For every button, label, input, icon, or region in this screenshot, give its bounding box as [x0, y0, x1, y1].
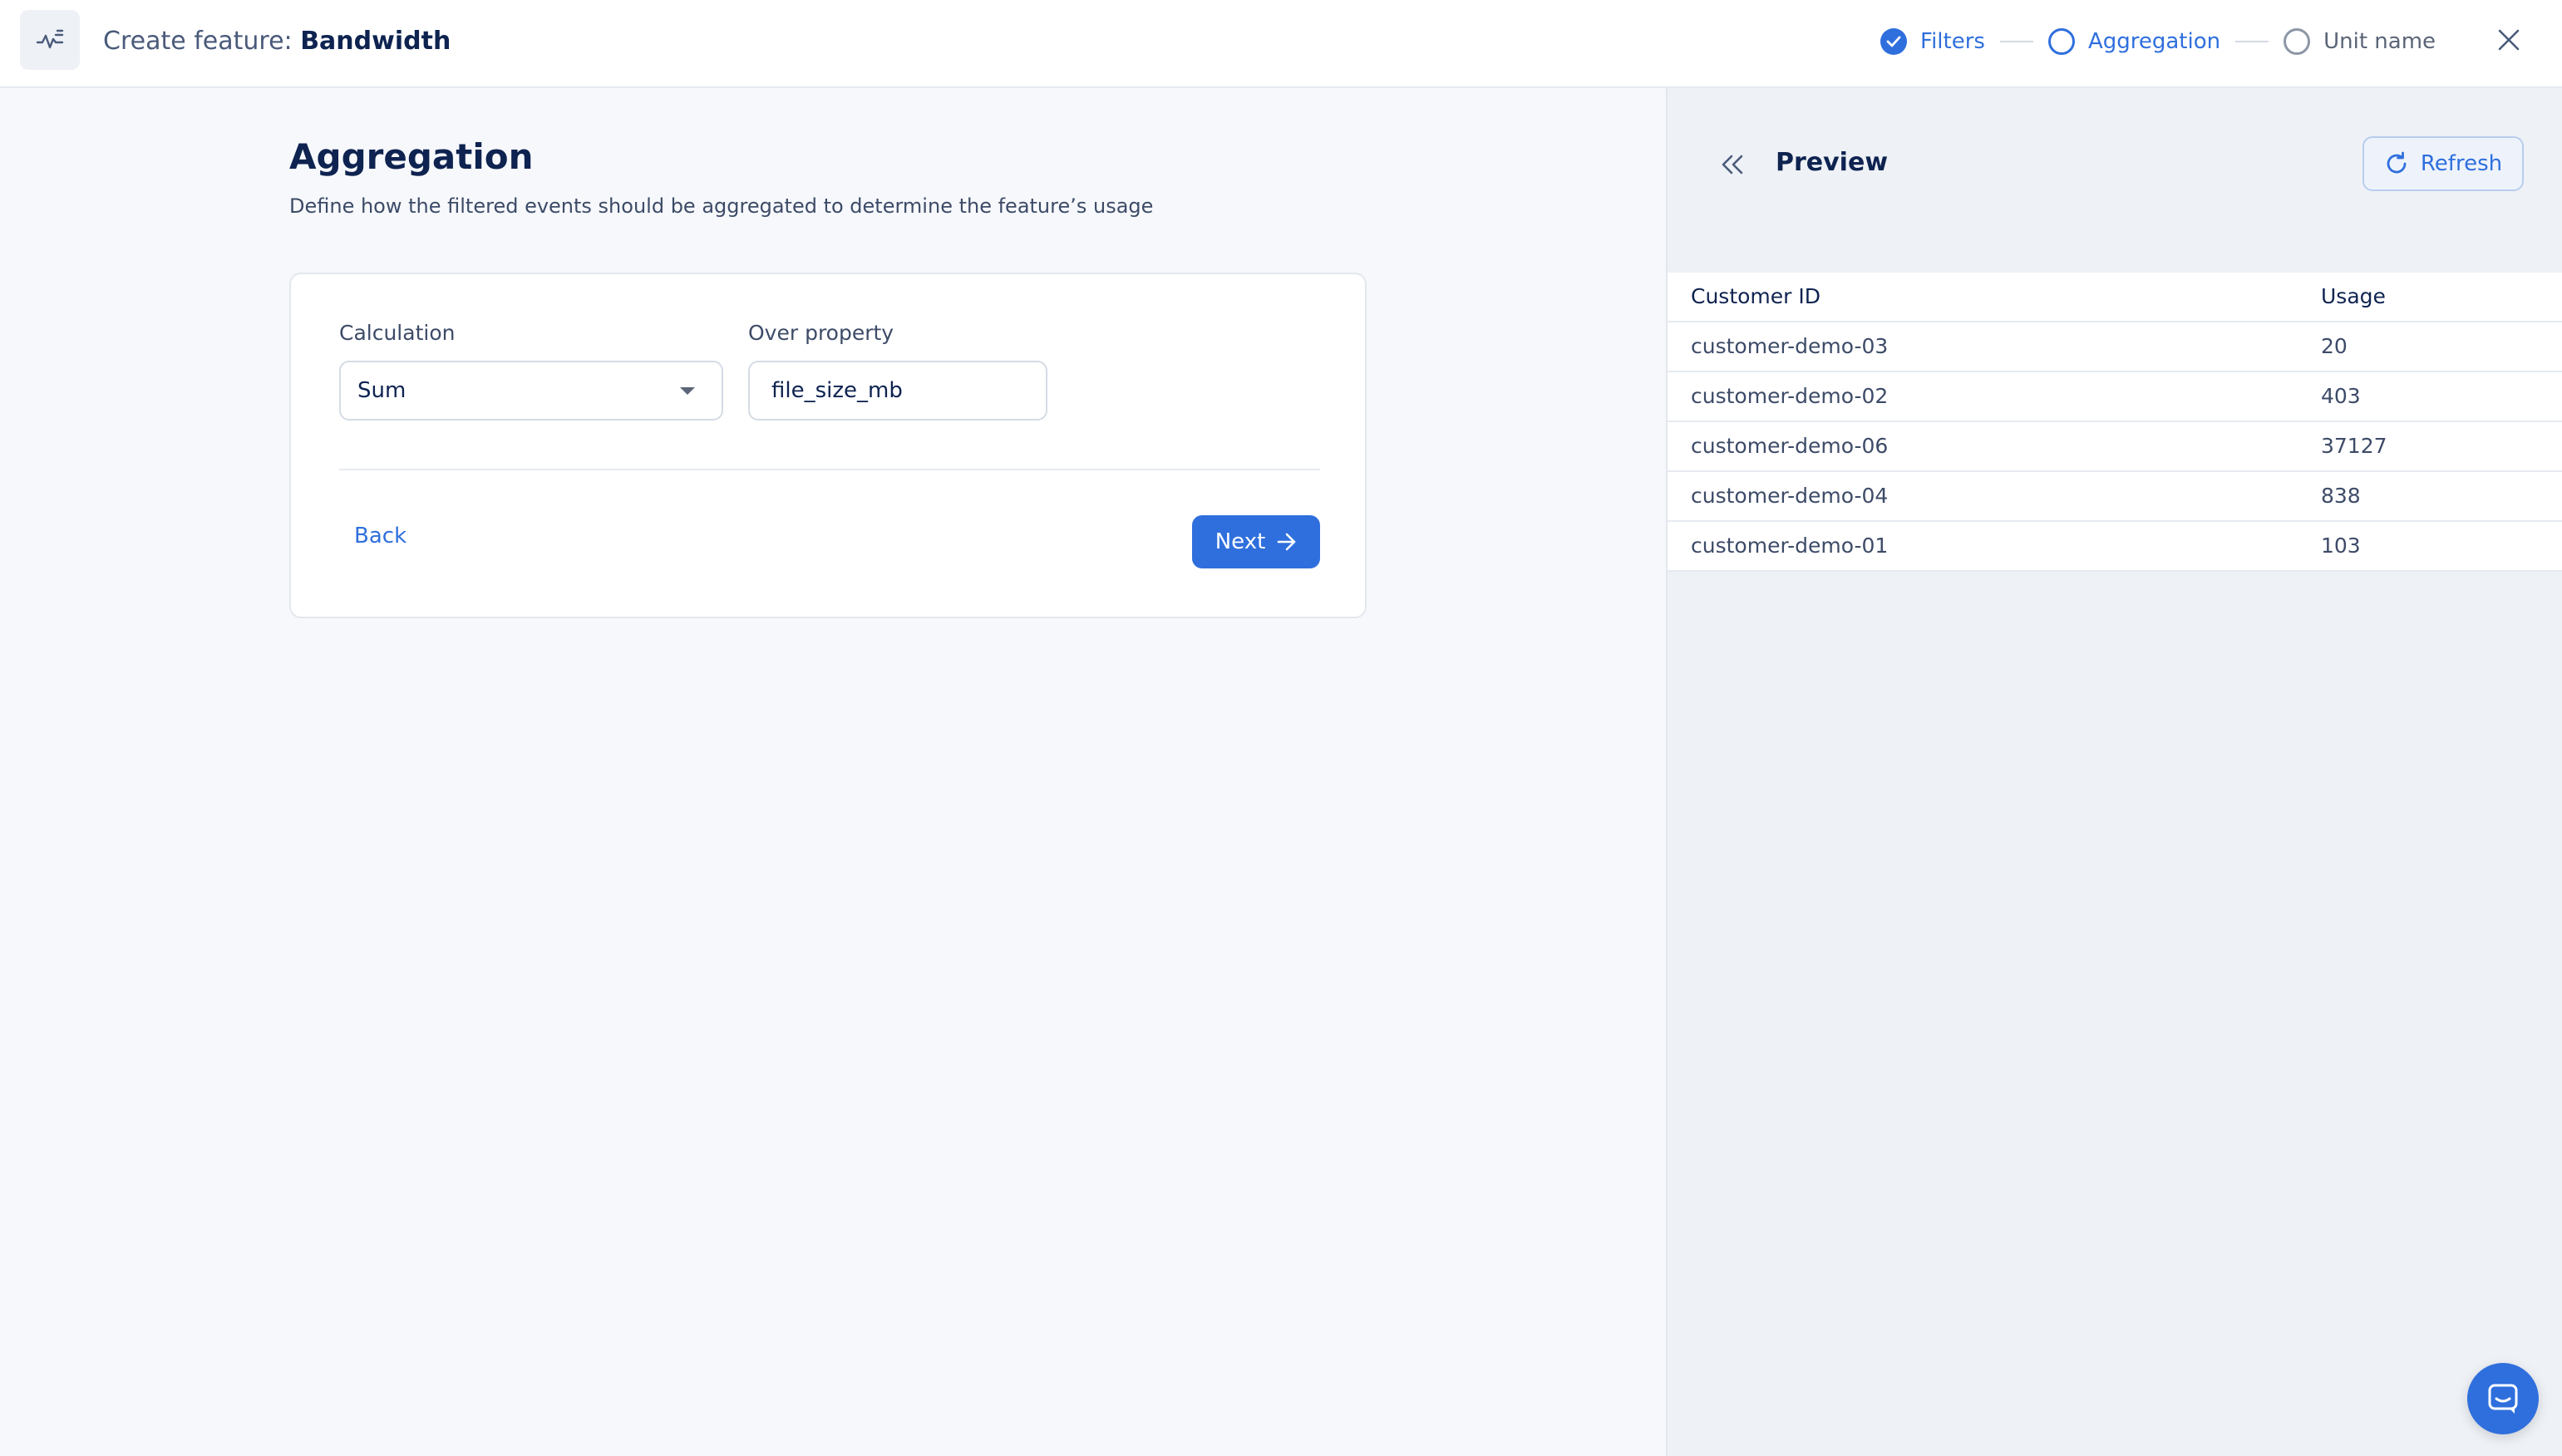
customer-id-cell: customer-demo-03 — [1691, 334, 1889, 358]
chat-icon — [2488, 1384, 2518, 1414]
calculation-value: Sum — [357, 378, 406, 403]
next-button[interactable]: Next — [1192, 515, 1320, 568]
check-circle-icon — [1880, 28, 1907, 55]
step-label: Filters — [1920, 29, 1985, 54]
column-header-customer-id: Customer ID — [1691, 284, 1821, 308]
collapse-chevrons-icon[interactable] — [1717, 150, 1747, 180]
step-connector — [1999, 41, 2033, 42]
property-label: Over property — [748, 321, 894, 345]
usage-cell: 838 — [2321, 484, 2361, 508]
main-content: Aggregation Define how the filtered even… — [0, 88, 1666, 1456]
page-header-title: Create feature: Bandwidth — [103, 23, 451, 60]
close-icon — [2498, 29, 2520, 51]
table-row: customer-demo-02 403 — [1668, 372, 2562, 422]
step-label: Unit name — [2323, 29, 2436, 54]
divider — [339, 469, 1320, 470]
customer-id-cell: customer-demo-06 — [1691, 434, 1889, 458]
calculation-select[interactable]: Sum — [339, 361, 723, 421]
wizard-stepper: Filters Aggregation Unit name — [1880, 23, 2436, 60]
page-subtitle: Define how the filtered events should be… — [289, 194, 1154, 218]
customer-id-cell: customer-demo-02 — [1691, 384, 1889, 408]
preview-title: Preview — [1776, 148, 1889, 177]
next-label: Next — [1214, 529, 1266, 554]
refresh-button[interactable]: Refresh — [2362, 136, 2524, 191]
property-input[interactable] — [748, 361, 1047, 421]
circle-icon — [2047, 28, 2075, 55]
aggregation-card: Calculation Sum Over property Back Next — [289, 273, 1367, 618]
table-row: customer-demo-03 20 — [1668, 322, 2562, 372]
usage-cell: 37127 — [2321, 434, 2387, 458]
usage-cell: 103 — [2321, 534, 2361, 558]
refresh-label: Refresh — [2420, 151, 2503, 176]
arrow-right-icon — [1277, 533, 1296, 551]
step-filters[interactable]: Filters — [1880, 28, 1985, 55]
usage-cell: 20 — [2321, 334, 2348, 358]
top-bar: Create feature: Bandwidth Filters Aggreg… — [0, 0, 2562, 88]
customer-id-cell: customer-demo-04 — [1691, 484, 1889, 508]
table-row: customer-demo-01 103 — [1668, 522, 2562, 572]
caret-down-icon — [680, 387, 695, 395]
chat-launcher-button[interactable] — [2467, 1363, 2539, 1434]
step-connector — [2235, 41, 2269, 42]
feature-name: Bandwidth — [300, 27, 451, 56]
table-header-row: Customer ID Usage — [1668, 273, 2562, 322]
title-prefix: Create feature: — [103, 27, 301, 56]
step-unit-name[interactable]: Unit name — [2284, 28, 2436, 55]
refresh-icon — [2387, 151, 2407, 174]
usage-cell: 403 — [2321, 384, 2361, 408]
table-row: customer-demo-04 838 — [1668, 472, 2562, 522]
step-label: Aggregation — [2087, 29, 2221, 54]
preview-table: Customer ID Usage customer-demo-03 20 cu… — [1668, 273, 2562, 572]
preview-panel: Preview Refresh Customer ID Usage custom… — [1666, 88, 2562, 1456]
close-button[interactable] — [2492, 23, 2525, 57]
calculation-label: Calculation — [339, 321, 456, 345]
customer-id-cell: customer-demo-01 — [1691, 534, 1889, 558]
table-row: customer-demo-06 37127 — [1668, 422, 2562, 472]
circle-icon — [2284, 28, 2311, 55]
activity-sparkline-icon — [20, 10, 80, 70]
column-header-usage: Usage — [2321, 284, 2386, 308]
page-title: Aggregation — [289, 136, 534, 177]
step-aggregation[interactable]: Aggregation — [2047, 28, 2221, 55]
back-button[interactable]: Back — [354, 524, 406, 548]
